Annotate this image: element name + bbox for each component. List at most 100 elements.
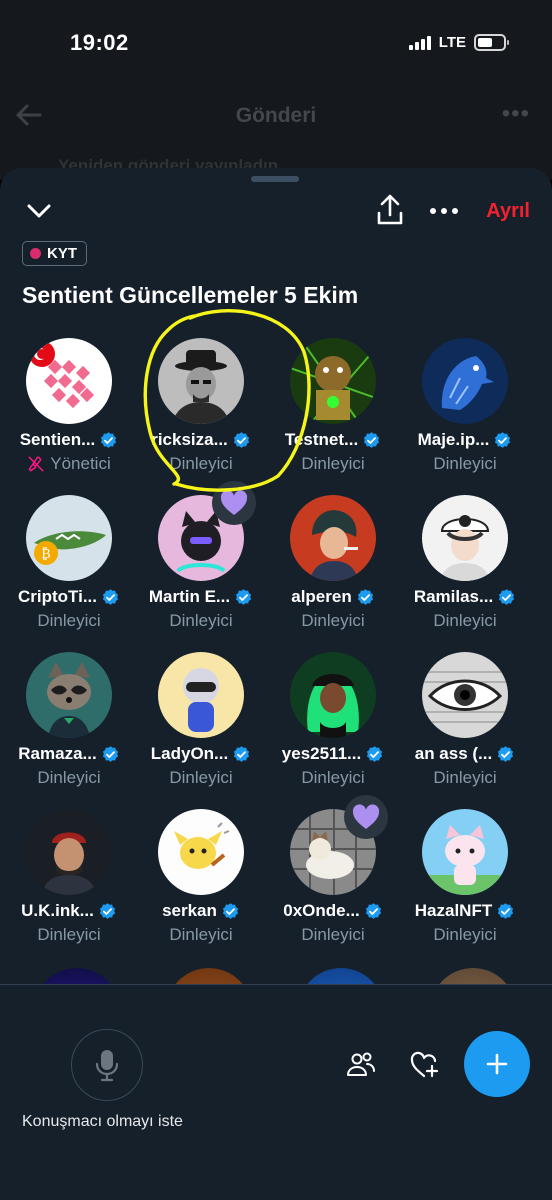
participant-card[interactable]: Sentien... Yönetici (0, 338, 138, 488)
participant-card[interactable]: HazalNFT Dinleyici (396, 809, 534, 959)
participant-name-row: ricksiza... (132, 430, 270, 450)
signal-icon (408, 35, 431, 50)
battery-icon (474, 34, 509, 51)
avatar[interactable] (290, 338, 376, 424)
share-button[interactable] (374, 192, 406, 228)
participant-name-row: Ramaza... (0, 744, 138, 764)
participant-name-row: an ass (... (396, 744, 534, 764)
reaction-bubble (344, 795, 388, 839)
verified-badge-icon (102, 745, 118, 762)
avatar[interactable] (26, 809, 112, 895)
participant-name-row: HazalNFT (396, 901, 534, 921)
participant-card[interactable]: Ramilas... Dinleyici (396, 495, 534, 645)
participant-card[interactable]: ricksiza... Dinleyici (132, 338, 270, 488)
participant-role: Dinleyici (132, 454, 270, 474)
avatar[interactable] (26, 652, 112, 738)
participant-name-row: Maje.ip... (396, 430, 534, 450)
participant-card[interactable]: Martin E... Dinleyici (132, 481, 270, 645)
background-post-header: Gönderi ••• Yeniden gönderi yayınladın (0, 90, 552, 180)
participant-card[interactable]: LadyOn... Dinleyici (132, 652, 270, 802)
avatar[interactable] (422, 338, 508, 424)
participant-role-label: Dinleyici (37, 611, 101, 630)
avatar[interactable] (422, 652, 508, 738)
avatar[interactable] (290, 495, 376, 581)
participant-card[interactable]: Ramaza... Dinleyici (0, 652, 138, 802)
request-speak-button[interactable] (71, 1029, 143, 1101)
avatar[interactable] (422, 495, 508, 581)
bottom-bar: Konuşmacı olmayı iste (0, 985, 552, 1200)
reaction-bubble (212, 481, 256, 525)
avatar[interactable] (158, 652, 244, 738)
verified-badge-icon (364, 431, 380, 448)
participants-button[interactable] (345, 1049, 377, 1081)
participant-role-label: Dinleyici (301, 925, 365, 944)
participant-name: U.K.ink... (21, 901, 94, 920)
participant-name: CriptoTi... (17, 587, 97, 606)
purple-heart-icon (352, 804, 380, 829)
participant-name: alperen (291, 587, 352, 606)
live-badge: KYT (22, 241, 87, 266)
host-mic-icon (28, 456, 44, 472)
participant-role-label: Dinleyici (433, 925, 497, 944)
more-horizontal-icon (430, 208, 458, 214)
participant-role-label: Yönetici (50, 454, 111, 473)
sheet-toolbar: Ayrıl (0, 194, 552, 234)
participant-name: Ramaza... (18, 744, 97, 763)
participant-role-label: Dinleyici (301, 611, 365, 630)
microphone-off-icon (95, 1050, 119, 1082)
participant-card[interactable]: ₿ CriptoTi... Dinleyici (0, 495, 138, 645)
participant-role-label: Dinleyici (301, 768, 365, 787)
participant-role-label: Dinleyici (433, 768, 497, 787)
participant-role: Dinleyici (396, 454, 534, 474)
participant-card[interactable]: an ass (... Dinleyici (396, 652, 534, 802)
participant-role: Dinleyici (132, 925, 270, 945)
participant-card[interactable]: Maje.ip... Dinleyici (396, 338, 534, 488)
status-bar: 19:02 LTE (0, 0, 552, 90)
participant-name: HazalNFT (414, 901, 493, 920)
participant-role: Dinleyici (0, 925, 138, 945)
participant-card[interactable]: 0xOnde... Dinleyici (264, 795, 402, 959)
people-icon (347, 1052, 375, 1076)
more-options-button[interactable] (426, 194, 462, 228)
participant-name: an ass (... (414, 744, 493, 763)
background-post-title: Gönderi (235, 104, 317, 127)
participant-card[interactable]: Testnet... Dinleyici (264, 338, 402, 488)
participant-card[interactable]: yes2511... Dinleyici (264, 652, 402, 802)
leave-button[interactable]: Ayrıl (486, 200, 530, 223)
participant-role: Dinleyici (264, 768, 402, 788)
participant-name-row: yes2511... (264, 744, 402, 764)
recording-dot-icon (30, 248, 41, 259)
participant-name: 0xOnde... (283, 901, 360, 920)
avatar[interactable] (158, 338, 244, 424)
verified-badge-icon (367, 745, 383, 762)
verified-badge-icon (498, 745, 514, 762)
participant-role: Dinleyici (264, 454, 402, 474)
participant-card[interactable]: serkan Dinleyici (132, 809, 270, 959)
participant-role-label: Dinleyici (433, 454, 497, 473)
avatar[interactable] (26, 338, 112, 424)
participant-role: Dinleyici (132, 768, 270, 788)
participant-name: Martin E... (148, 587, 231, 606)
participant-name: serkan (162, 901, 217, 920)
participant-role-label: Dinleyici (37, 925, 101, 944)
verified-badge-icon (222, 902, 239, 919)
participant-role: Yönetici (0, 454, 138, 474)
reaction-button[interactable] (409, 1049, 441, 1081)
participant-card[interactable]: alperen Dinleyici (264, 495, 402, 645)
avatar[interactable] (290, 652, 376, 738)
collapse-button[interactable] (22, 194, 56, 228)
avatar[interactable] (158, 809, 244, 895)
verified-badge-icon (357, 588, 373, 605)
participant-name: LadyOn... (150, 744, 229, 763)
sheet-grabber[interactable] (251, 176, 299, 182)
participant-name: Testnet... (284, 430, 359, 449)
space-title: Sentient Güncellemeler 5 Ekim (22, 282, 359, 308)
participant-card[interactable]: U.K.ink... Dinleyici (0, 809, 138, 959)
badge-label: KYT (47, 245, 77, 262)
participant-role-label: Dinleyici (433, 611, 497, 630)
request-speak-label[interactable]: Konuşmacı olmayı iste (22, 1113, 183, 1131)
verified-badge-icon (498, 902, 514, 919)
compose-button[interactable] (464, 1031, 530, 1097)
avatar[interactable] (422, 809, 508, 895)
avatar[interactable]: ₿ (26, 495, 112, 581)
